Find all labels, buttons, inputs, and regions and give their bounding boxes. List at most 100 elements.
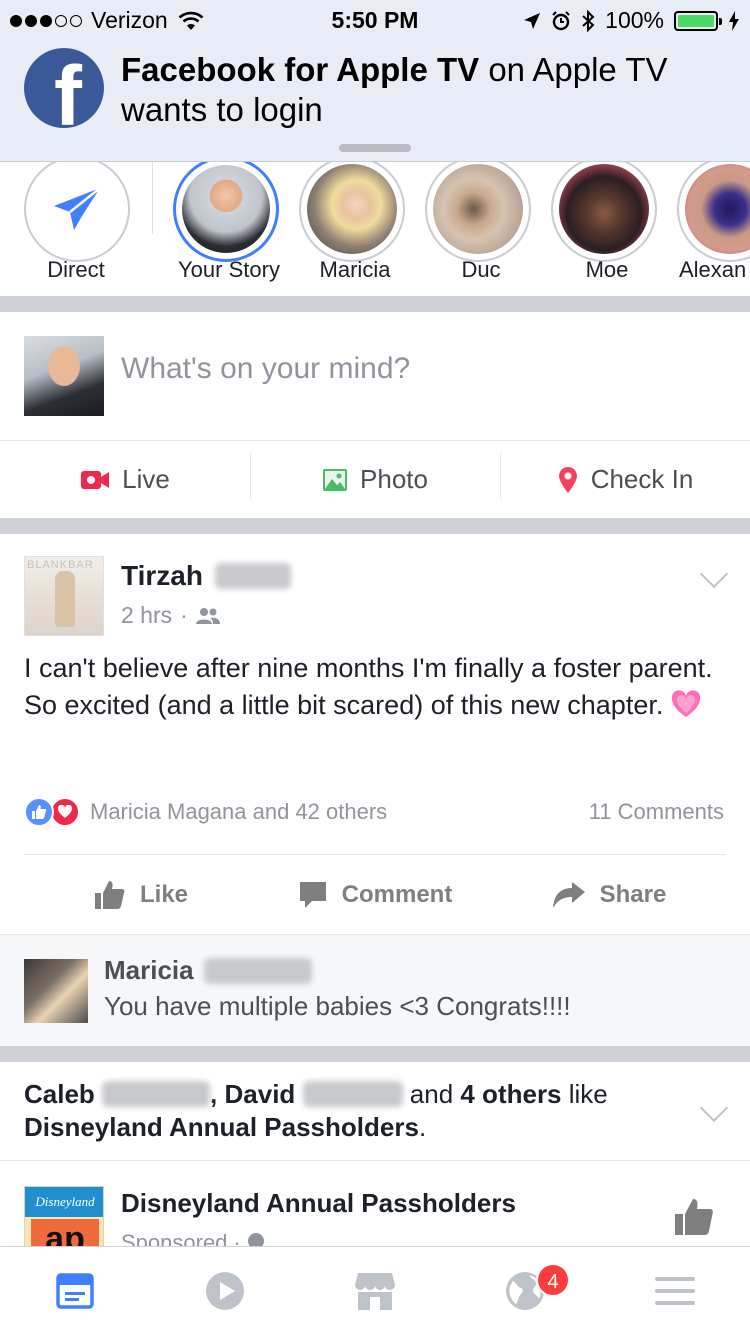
avatar-caption: BLANKBAR (27, 559, 94, 571)
sponsored-options-chevron-icon[interactable] (699, 1093, 729, 1123)
share-label: Share (599, 880, 667, 908)
check-in-label: Check In (590, 464, 694, 494)
location-arrow-icon (524, 12, 541, 29)
status-composer-input[interactable]: What's on your mind? (121, 352, 410, 386)
tab-notifications[interactable]: 4 (450, 1247, 600, 1334)
post-options-chevron-icon[interactable] (699, 559, 729, 589)
section-separator (0, 518, 750, 534)
facebook-logo-icon: f (24, 48, 104, 128)
stories-tray: Direct Your Story Maricia Duc Moe Alexan (0, 162, 750, 296)
post-meta: 2 hrs · (121, 602, 220, 629)
comments-count[interactable]: 11 Comments (589, 799, 724, 825)
moe-story-avatar (559, 164, 649, 254)
status-bar: Verizon 5:50 PM 100% (0, 0, 750, 40)
avatar-wordmark: Disneyland (25, 1187, 103, 1217)
login-notification-banner[interactable]: Verizon 5:50 PM 100% f Facebook for Appl… (0, 0, 750, 162)
page-like-button[interactable] (674, 1198, 714, 1236)
comment-author-name[interactable]: Maricia (104, 955, 194, 986)
story-ring (677, 162, 750, 262)
social-end: . (418, 1112, 427, 1142)
social-context: Caleb , David and 4 others like Disneyla… (24, 1079, 608, 1142)
commenter-avatar[interactable] (24, 959, 88, 1023)
like-reaction-icon (24, 797, 54, 827)
stories-divider (152, 162, 153, 234)
social-name[interactable]: David (225, 1079, 296, 1109)
photo-label: Photo (360, 464, 428, 494)
story-label: Moe (585, 257, 629, 282)
story-label: Maricia (319, 257, 391, 282)
sparkling-heart-icon (671, 690, 701, 717)
live-label: Live (122, 464, 170, 494)
live-video-icon (81, 470, 110, 489)
paper-plane-icon (54, 187, 101, 230)
alarm-icon (552, 10, 570, 30)
divider (0, 1160, 750, 1161)
social-connector: and (402, 1079, 461, 1109)
duc-story-avatar (433, 164, 523, 254)
comment-preview[interactable]: Maricia You have multiple babies <3 Cong… (0, 934, 750, 1046)
comment-bubble-icon (299, 881, 326, 908)
like-button[interactable]: Like (24, 855, 258, 934)
direct-circle (24, 162, 130, 262)
notification-text: Facebook for Apple TV on Apple TV wants … (121, 50, 731, 130)
story-ring (551, 162, 657, 262)
bluetooth-icon (582, 9, 595, 32)
comment-label: Comment (341, 880, 453, 908)
location-pin-icon (558, 466, 577, 493)
photo-icon (323, 468, 348, 491)
tab-news-feed[interactable] (0, 1247, 150, 1334)
tab-menu[interactable] (600, 1247, 750, 1334)
social-name[interactable]: Caleb (24, 1079, 95, 1109)
battery-percent: 100% (605, 7, 664, 33)
section-separator (0, 296, 750, 312)
story-ring (299, 162, 405, 262)
notification-app-name: Facebook for Apple TV (121, 51, 480, 88)
comment-button[interactable]: Comment (258, 855, 492, 934)
marketplace-store-icon (355, 1272, 395, 1310)
maricia-story-avatar (307, 164, 397, 254)
friends-audience-icon (195, 607, 220, 624)
redacted-surname (302, 1081, 403, 1107)
story-label: Direct (47, 257, 105, 282)
social-page[interactable]: Disneyland Annual Passholders (24, 1112, 419, 1142)
photo-button[interactable]: Photo (250, 441, 500, 518)
post-body: I can't believe after nine months I'm fi… (24, 653, 713, 720)
tab-video[interactable] (150, 1247, 300, 1334)
story-label: Your Story (178, 257, 280, 282)
story-label: Duc (461, 257, 501, 282)
thumbs-up-icon (94, 880, 125, 909)
share-button[interactable]: Share (492, 855, 726, 934)
post-author-name[interactable]: Tirzah (121, 560, 203, 592)
post-text: I can't believe after nine months I'm fi… (24, 650, 724, 724)
thumbs-up-icon (675, 1199, 713, 1235)
redacted-surname (102, 1081, 211, 1107)
social-verb: like (561, 1079, 608, 1109)
redacted-surname (214, 563, 291, 589)
post-time[interactable]: 2 hrs (121, 602, 172, 629)
battery-icon (674, 10, 722, 31)
love-reaction-icon (50, 797, 80, 827)
live-button[interactable]: Live (0, 441, 250, 518)
news-feed-icon (56, 1272, 94, 1309)
post-author-avatar[interactable]: BLANKBAR (24, 556, 104, 636)
composer-actions: Live Photo Check In (0, 440, 750, 518)
story-label: Alexan (679, 257, 747, 282)
reactions-names[interactable]: Maricia Magana and 42 others (90, 799, 387, 825)
like-label: Like (139, 880, 189, 908)
banner-grabber-handle[interactable] (339, 144, 411, 152)
comment-author[interactable]: Maricia (104, 955, 312, 986)
hamburger-menu-icon (655, 1276, 695, 1305)
comment-text: You have multiple babies <3 Congrats!!!! (104, 991, 571, 1021)
alexan-story-avatar (685, 164, 750, 254)
post-author[interactable]: Tirzah (121, 560, 291, 592)
social-others[interactable]: 4 others (460, 1079, 561, 1109)
check-in-button[interactable]: Check In (500, 441, 750, 518)
status-right: 100% (523, 7, 740, 34)
sponsor-page-name[interactable]: Disneyland Annual Passholders (121, 1188, 516, 1219)
tab-marketplace[interactable] (300, 1247, 450, 1334)
redacted-surname (203, 957, 312, 984)
composer-avatar[interactable] (24, 336, 104, 416)
notifications-badge: 4 (536, 1263, 570, 1297)
reactions-summary[interactable]: Maricia Magana and 42 others 11 Comments (24, 796, 724, 828)
share-arrow-icon (552, 881, 585, 908)
